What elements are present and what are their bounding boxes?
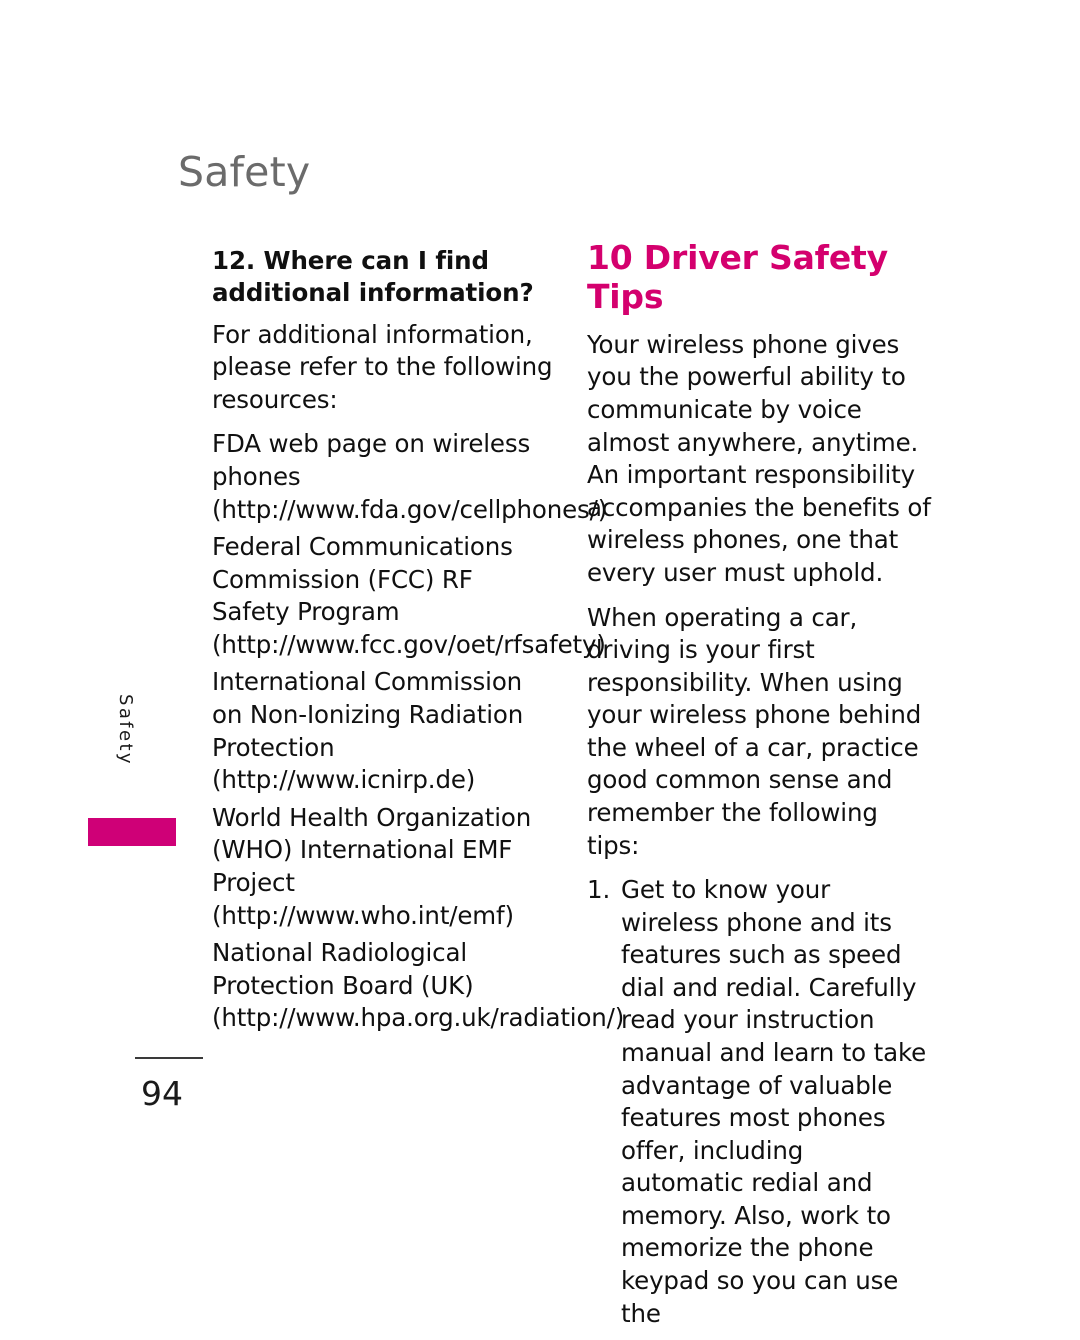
document-page: Safety Safety 94 12. Where can I find ad…: [0, 0, 1080, 1328]
left-column: 12. Where can I find additional informat…: [212, 245, 625, 1040]
right-column: 10 Driver Safety Tips Your wireless phon…: [587, 238, 931, 1340]
resource-item: Federal Communications Commission (FCC) …: [212, 532, 606, 659]
resource-item: World Health Organization (WHO) Internat…: [212, 802, 532, 930]
right-column-paragraph: Your wireless phone gives you the powerf…: [587, 329, 931, 587]
resource-item: International Commission on Non-Ionizing…: [212, 667, 524, 795]
side-tab-color-bar: [88, 818, 176, 846]
list-item: 1. Get to know your wireless phone and i…: [587, 874, 931, 1330]
resource-item: FDA web page on wireless phones (http://…: [212, 429, 608, 524]
right-column-heading: 10 Driver Safety Tips: [587, 238, 888, 316]
folio-rule: [135, 1057, 203, 1059]
list-item-text: Get to know your wireless phone and its …: [621, 875, 927, 1328]
driver-safety-tips-list: 1. Get to know your wireless phone and i…: [587, 874, 931, 1330]
page-number: 94: [141, 1074, 183, 1113]
side-tab: Safety: [88, 694, 184, 850]
side-tab-label: Safety: [115, 694, 136, 766]
list-item-marker: 1.: [587, 875, 611, 905]
resource-item: National Radiological Protection Board (…: [212, 938, 625, 1033]
left-column-heading: 12. Where can I find additional informat…: [212, 246, 534, 307]
running-header-title: Safety: [178, 148, 311, 196]
left-column-intro-paragraph: For additional information, please refer…: [212, 319, 553, 414]
right-column-paragraph: When operating a car, driving is your fi…: [587, 602, 922, 860]
